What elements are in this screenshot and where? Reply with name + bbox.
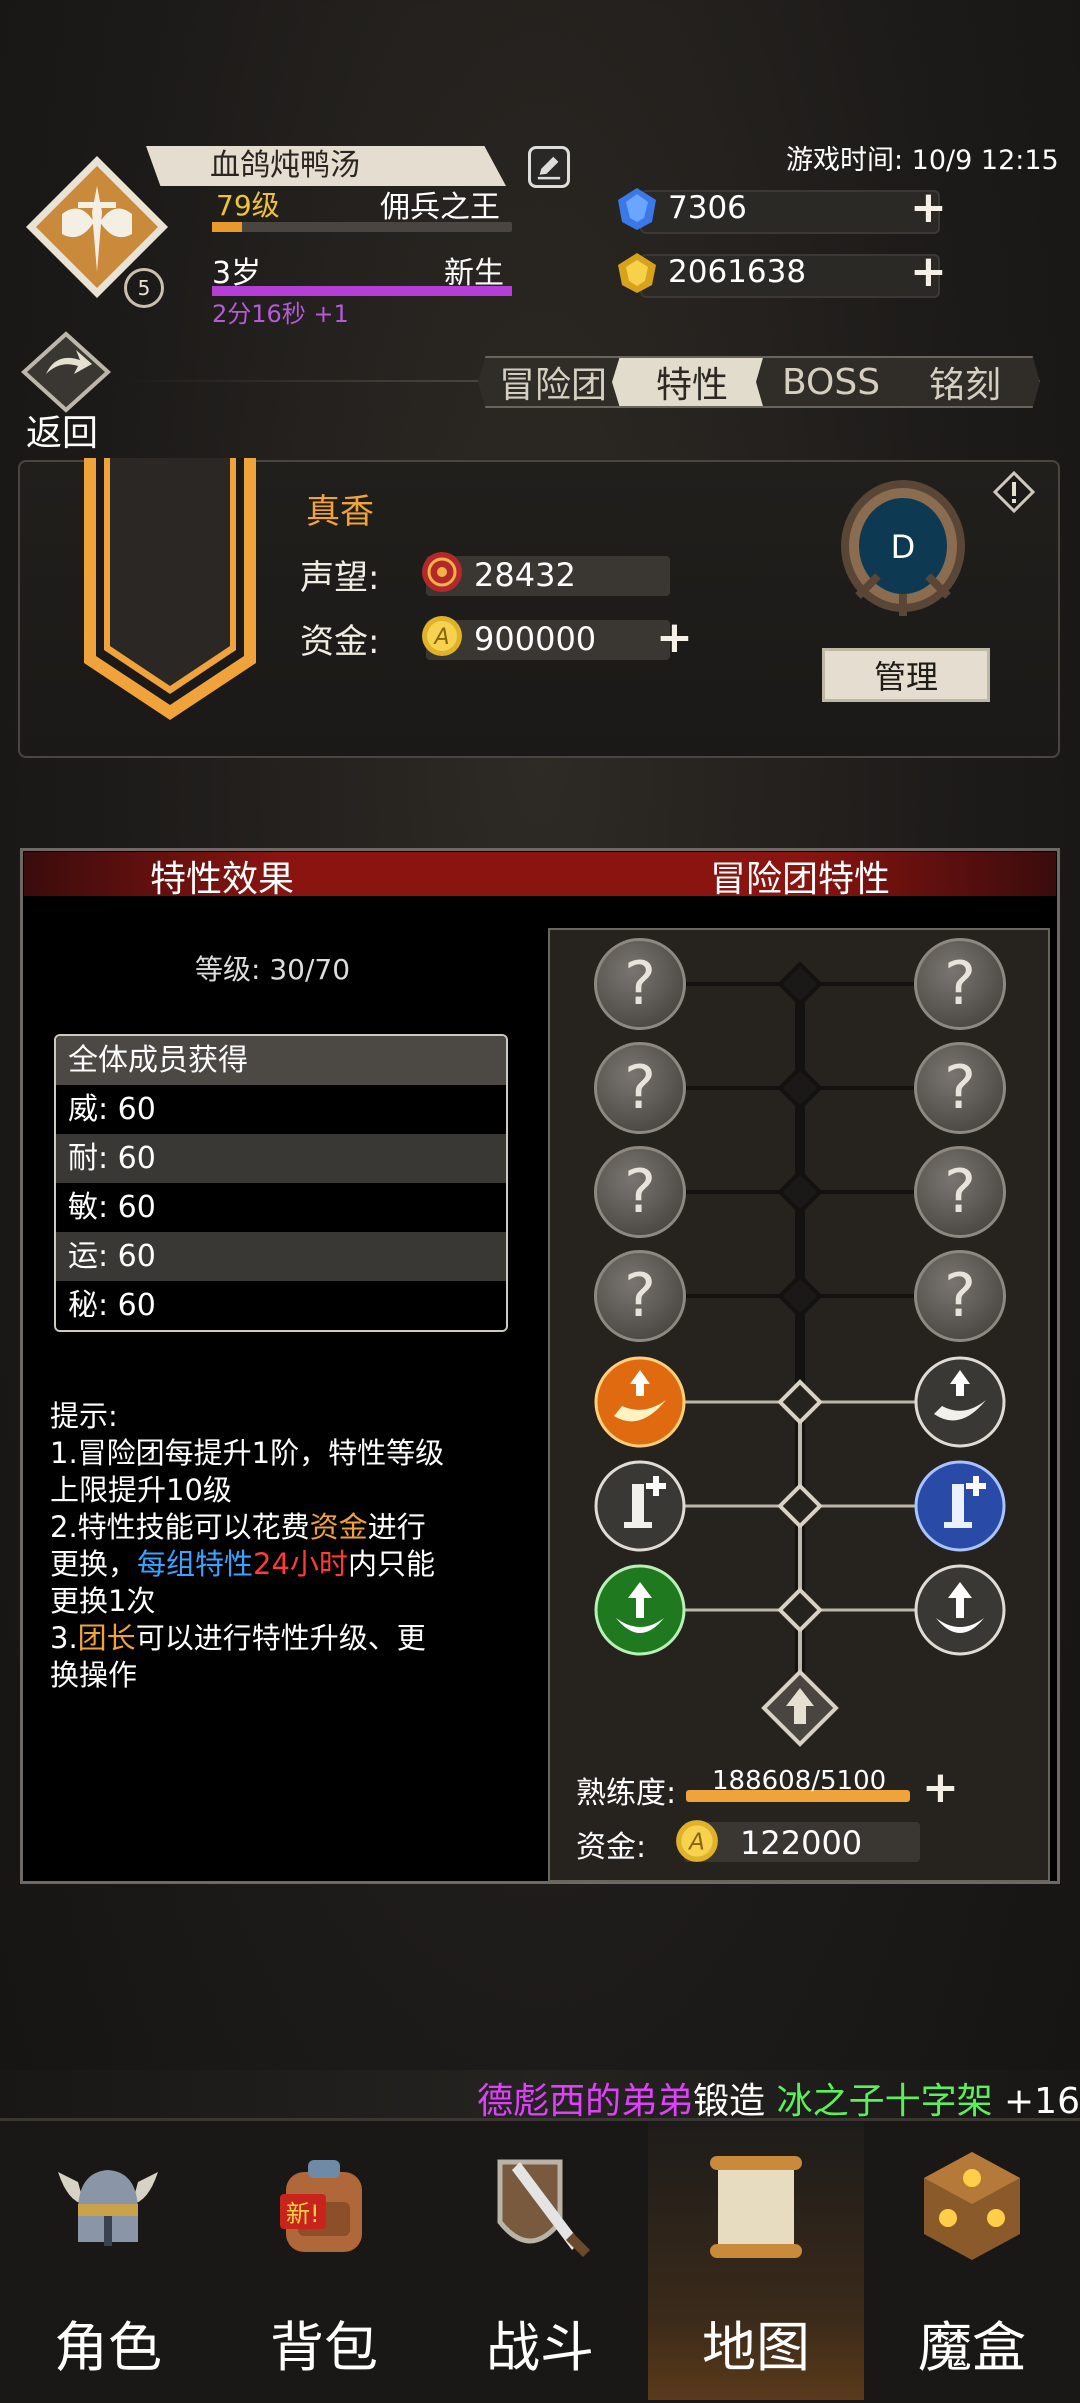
player-title: 佣兵之王 [380,190,500,225]
trait-grade: 等级: 30/70 [195,953,351,986]
player-level: 79级 [216,189,280,222]
locked-trait-icon[interactable]: ? [914,1146,1006,1238]
team-trait-header: 冒险团特性 [710,859,891,900]
team-crest-icon: D [841,480,965,616]
player-name: 血鸽炖鸭汤 [146,146,506,186]
nav-map[interactable]: 地图 [648,2122,864,2400]
stats-table: 全体成员获得 威: 60 耐: 60 敏: 60 运: 60 秘: 60 [54,1034,508,1332]
locked-trait-icon[interactable]: ? [914,1250,1006,1342]
trait-funds-label: 资金: [576,1830,647,1865]
green-up-trait-icon[interactable] [594,1564,686,1656]
game-time: 游戏时间: 10/9 12:15 [786,145,1059,176]
gold-coin-icon: A [676,1820,718,1862]
trait-funds-value: 122000 [740,1824,863,1862]
ticker-text: 德彪西的弟弟锻造 冰之子十字架 +16 [477,2081,1080,2122]
team-name: 真香 [306,492,374,532]
tab-adventure-team[interactable]: 冒险团 [478,356,628,408]
fire-slash-trait-icon[interactable] [594,1356,686,1448]
reputation-icon [422,552,462,592]
locked-trait-icon[interactable]: ? [594,1250,686,1342]
trait-effect-header: 特性效果 [150,859,295,900]
locked-trait-icon[interactable]: ? [594,1042,686,1134]
svg-text:A: A [432,625,449,650]
add-gems-button[interactable]: + [910,186,947,230]
manage-button[interactable]: 管理 [822,648,990,702]
stat-row: 敏: 60 [56,1183,506,1232]
gold-gem-icon [618,253,656,293]
add-funds-button[interactable]: + [656,616,693,660]
stat-row: 威: 60 [56,1085,506,1134]
gold-value: 2061638 [668,254,807,290]
sword-plus-trait-icon[interactable] [594,1460,686,1552]
tab-traits[interactable]: 特性 [612,356,772,408]
nav-character[interactable]: 角色 [0,2122,216,2400]
reputation-value: 28432 [474,556,576,594]
wind-slash-trait-icon[interactable] [914,1356,1006,1448]
funds-label: 资金: [300,622,380,662]
back-button[interactable]: 返回 [26,404,98,456]
funds-value: 900000 [474,620,597,658]
stat-row: 耐: 60 [56,1134,506,1183]
nav-magic-box[interactable]: 魔盒 [864,2122,1080,2400]
team-banner-icon [84,458,256,720]
tips-text: 提示: 1.冒险团每提升1阶，特性等级上限提升10级 2.特性技能可以花费资金进… [50,1399,445,1692]
stats-header: 全体成员获得 [56,1036,506,1085]
new-badge: 新! [280,2194,326,2229]
alert-icon[interactable] [992,470,1036,514]
white-up-trait-icon[interactable] [914,1564,1006,1656]
tab-inscription[interactable]: 铭刻 [890,356,1040,408]
locked-trait-icon[interactable]: ? [594,1146,686,1238]
tab-boss[interactable]: BOSS [756,356,906,408]
locked-trait-icon[interactable]: ? [594,938,686,1030]
proficiency-label: 熟练度: [576,1776,677,1811]
stat-row: 秘: 60 [56,1281,506,1330]
magic-cube-icon [924,2152,1020,2260]
add-proficiency-button[interactable]: + [922,1766,959,1810]
age-timer: 2分16秒 +1 [212,300,349,328]
nav-battle[interactable]: 战斗 [432,2122,648,2400]
gold-coin-icon: A [422,616,462,656]
add-gold-button[interactable]: + [910,250,947,294]
nav-bag[interactable]: 新! 背包 [216,2122,432,2400]
helmet-icon [58,2170,158,2246]
edit-name-icon[interactable] [528,146,570,188]
proficiency-value: 188608/5100 [712,1766,887,1796]
locked-trait-icon[interactable]: ? [914,938,1006,1030]
blue-gem-icon [618,188,656,230]
svg-text:A: A [687,1829,705,1855]
sword-shield-icon [497,2159,591,2258]
sword-plus-blue-trait-icon[interactable] [914,1460,1006,1552]
reputation-label: 声望: [300,558,380,598]
rank-badge: 5 [124,268,164,308]
xp-bar [212,222,512,232]
gems-value: 7306 [668,190,747,226]
stat-row: 运: 60 [56,1232,506,1281]
scroll-map-icon [710,2156,802,2258]
locked-trait-icon[interactable]: ? [914,1042,1006,1134]
crest-letter: D [891,528,916,566]
